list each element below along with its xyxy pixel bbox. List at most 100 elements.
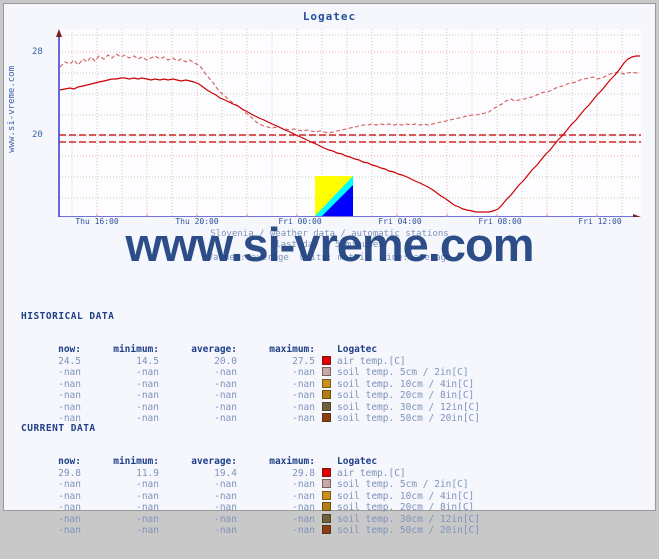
y-tick-label-20: 20 [32, 130, 43, 140]
cell-average: -nan [214, 525, 237, 536]
cell-label: soil temp. 20cm / 8in[C] [337, 502, 475, 513]
cell-minimum: -nan [136, 525, 159, 536]
cell-average: -nan [214, 490, 237, 502]
legend-swatch-icon [321, 467, 331, 477]
cell-label: air temp.[C] [337, 355, 406, 367]
col-header-station: Logatec [337, 456, 378, 467]
table-row: -nan -nan -nan -nan soil temp. 10cm / 4i… [21, 378, 480, 391]
legend-swatch-icon [321, 490, 331, 500]
cell-average: -nan [214, 378, 237, 390]
x-tick-label-thu-2000: Thu 20:00 [175, 217, 219, 226]
table-row: -nan -nan -nan -nan soil temp. 5cm / 2in… [21, 367, 480, 379]
subtitle-line-3: Values: average Units: metric Line: aver… [207, 253, 452, 263]
cell-label: air temp.[C] [337, 467, 406, 479]
x-tick-label-fri-0800: Fri 08:00 [478, 217, 522, 226]
cell-minimum: 11.9 [136, 467, 159, 479]
cell-now: -nan [58, 502, 81, 513]
cell-maximum: -nan [292, 502, 315, 513]
col-header-minimum: minimum: [113, 456, 159, 467]
cell-minimum: -nan [136, 378, 159, 390]
cell-now: -nan [58, 513, 81, 525]
legend-swatch-icon [321, 367, 331, 376]
cell-average: -nan [214, 479, 237, 490]
cell-label: soil temp. 10cm / 4in[C] [337, 378, 475, 390]
table-row: -nan -nan -nan -nan soil temp. 10cm / 4i… [21, 490, 480, 503]
cell-minimum: -nan [136, 367, 159, 378]
table-row: -nan -nan -nan -nan soil temp. 5cm / 2in… [21, 479, 480, 491]
x-tick-label-fri-0400: Fri 04:00 [378, 217, 422, 226]
col-header-maximum: maximum: [269, 456, 315, 467]
cell-now: -nan [58, 378, 81, 390]
si-vreme-logo [315, 176, 353, 216]
x-tick-label-thu-1600: Thu 16:00 [75, 217, 119, 226]
cell-label: soil temp. 5cm / 2in[C] [337, 367, 469, 378]
cell-maximum: -nan [292, 367, 315, 378]
legend-swatch-icon [321, 502, 331, 511]
cell-label: soil temp. 5cm / 2in[C] [337, 479, 469, 490]
legend-swatch-icon [321, 355, 331, 365]
current-section-title: CURRENT DATA [21, 423, 96, 434]
current-table: now: minimum: average: maximum: Logatec … [21, 456, 480, 537]
cell-minimum: 14.5 [136, 355, 159, 367]
cell-now: -nan [58, 479, 81, 490]
table-row: -nan -nan -nan -nan soil temp. 20cm / 8i… [21, 390, 480, 402]
cell-label: soil temp. 30cm / 12in[C] [337, 513, 480, 525]
cell-maximum: 29.8 [292, 467, 315, 479]
col-header-swatch [315, 344, 337, 356]
cell-maximum: -nan [292, 525, 315, 536]
table-row: -nan -nan -nan -nan soil temp. 50cm / 20… [21, 525, 480, 537]
cell-minimum: -nan [136, 390, 159, 401]
table-header-row: now: minimum: average: maximum: Logatec [21, 456, 480, 468]
col-header-now: now: [58, 456, 81, 467]
table-row: 24.5 14.5 20.0 27.5 air temp.[C] [21, 355, 480, 368]
cell-minimum: -nan [136, 490, 159, 502]
cell-maximum: 27.5 [292, 355, 315, 367]
historical-section-title: HISTORICAL DATA [21, 311, 115, 322]
cell-maximum: -nan [292, 378, 315, 390]
col-header-average: average: [191, 344, 237, 355]
col-header-station: Logatec [337, 344, 378, 355]
cell-average: -nan [214, 502, 237, 513]
legend-swatch-icon [321, 479, 331, 488]
cell-average: -nan [214, 367, 237, 378]
cell-average: -nan [214, 390, 237, 401]
legend-swatch-icon [321, 378, 331, 388]
cell-minimum: -nan [136, 479, 159, 490]
col-header-maximum: maximum: [269, 344, 315, 355]
cell-now: -nan [58, 367, 81, 378]
table-row: -nan -nan -nan -nan soil temp. 20cm / 8i… [21, 502, 480, 514]
cell-now: -nan [58, 490, 81, 502]
subtitle-line-2: last day / 5 minutes [275, 240, 384, 250]
cell-average: -nan [214, 513, 237, 525]
col-header-minimum: minimum: [113, 344, 159, 355]
table-header-row: now: minimum: average: maximum: Logatec [21, 344, 480, 356]
cell-label: soil temp. 20cm / 8in[C] [337, 390, 475, 401]
y-tick-label-28: 28 [32, 47, 43, 57]
cell-label: soil temp. 10cm / 4in[C] [337, 490, 475, 502]
legend-swatch-icon [321, 513, 331, 523]
current-data-table: CURRENT DATA now: minimum: average: maxi… [21, 401, 480, 559]
cell-average: 20.0 [214, 355, 237, 367]
page-title: Logatec [302, 10, 357, 23]
cell-now: -nan [58, 390, 81, 401]
site-vertical-label: www.si-vreme.com [7, 66, 17, 153]
cell-minimum: -nan [136, 513, 159, 525]
cell-maximum: -nan [292, 479, 315, 490]
cell-average: 19.4 [214, 467, 237, 479]
col-header-swatch [315, 456, 337, 468]
x-tick-label-fri-1200: Fri 12:00 [578, 217, 622, 226]
cell-maximum: -nan [292, 490, 315, 502]
x-tick-label-fri-0000: Fri 00:00 [278, 217, 322, 226]
col-header-now: now: [58, 344, 81, 355]
cell-maximum: -nan [292, 390, 315, 401]
legend-swatch-icon [321, 390, 331, 399]
legend-swatch-icon [321, 525, 331, 534]
table-row: 29.8 11.9 19.4 29.8 air temp.[C] [21, 467, 480, 480]
cell-maximum: -nan [292, 513, 315, 525]
cell-minimum: -nan [136, 502, 159, 513]
cell-now: 24.5 [58, 355, 81, 367]
subtitle-line-1: Slovenia / weather data / automatic stat… [210, 229, 449, 239]
cell-now: 29.8 [58, 467, 81, 479]
chart-page: Logatec www.si-vreme.com 28 20 Thu 16:00… [3, 3, 656, 536]
col-header-average: average: [191, 456, 237, 467]
